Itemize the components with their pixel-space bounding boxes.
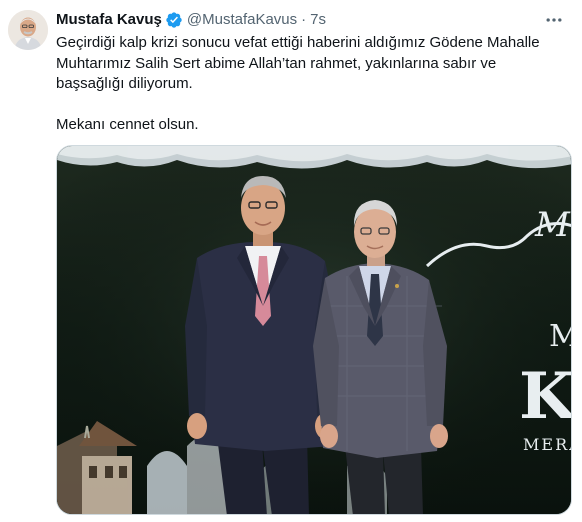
separator-dot: · (301, 11, 307, 28)
backdrop-letters-3: MERAI (523, 435, 572, 454)
backdrop-script: M. (534, 205, 572, 245)
author-handle[interactable]: @MustafaKavus (187, 10, 297, 30)
backdrop-letters-1: M (549, 319, 572, 354)
tweet[interactable]: Mustafa Kavuş @MustafaKavus · 7s Geçirdi… (0, 0, 582, 522)
more-options-icon[interactable] (542, 10, 566, 30)
verified-badge-icon (166, 12, 182, 28)
tweet-text: Geçirdiği kalp krizi sonucu vefat ettiği… (56, 33, 566, 135)
tweet-header: Mustafa Kavuş @MustafaKavus · 7s (56, 10, 572, 30)
tweet-timestamp[interactable]: 7s (310, 10, 326, 30)
backdrop-letters-2: Ka (519, 359, 572, 434)
tweet-line-3: başsağlığı diliyorum. (56, 75, 193, 92)
avatar[interactable] (8, 10, 48, 50)
tweet-line-2: Muhtarımız Salih Sert abime Allah’tan ra… (56, 54, 497, 72)
avatar-image (8, 10, 48, 50)
tweet-photo[interactable]: M. M Ka MERAI (56, 145, 572, 515)
tweet-line-1: Geçirdiği kalp krizi sonucu vefat ettiği… (56, 34, 540, 51)
author-name[interactable]: Mustafa Kavuş (56, 10, 162, 30)
photo-two-men: M. M Ka MERAI (57, 146, 572, 514)
tweet-line-4: Mekanı cennet olsun. (56, 115, 199, 133)
